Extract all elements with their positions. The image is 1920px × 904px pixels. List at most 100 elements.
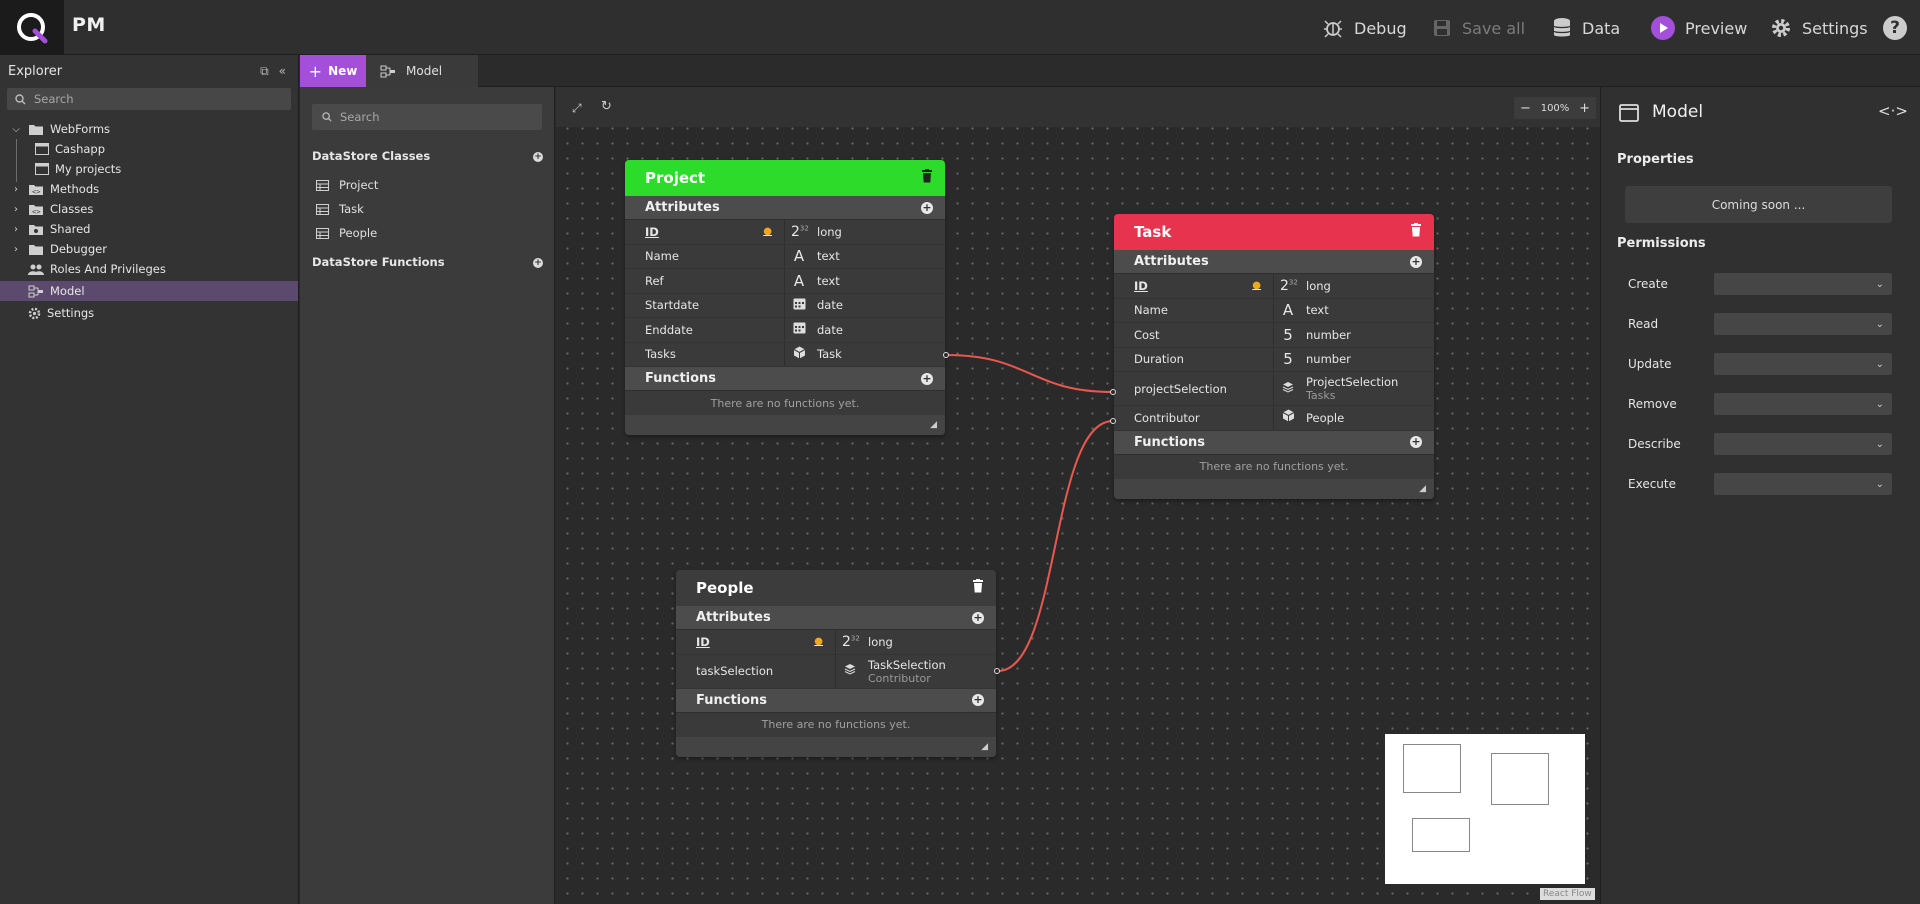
minimap[interactable]	[1385, 734, 1585, 884]
calendar-icon	[791, 321, 807, 338]
zoom-in-button[interactable]: +	[1579, 101, 1590, 116]
add-function-icon[interactable]: +	[972, 694, 984, 706]
attribute-row[interactable]: taskSelection TaskSelection Contributor	[676, 654, 996, 689]
class-search-input[interactable]	[340, 110, 540, 124]
add-function-icon[interactable]: +	[921, 372, 933, 385]
class-item-people[interactable]: People	[316, 224, 377, 242]
permission-label: Describe	[1628, 437, 1681, 451]
add-attribute-icon[interactable]: +	[972, 611, 984, 624]
attribute-row[interactable]: Name Atext	[625, 244, 945, 269]
add-function-icon[interactable]: +	[1410, 436, 1422, 448]
class-item-task[interactable]: Task	[316, 200, 364, 218]
save-all-button[interactable]: Save all	[1432, 14, 1525, 42]
react-flow-attribution[interactable]: React Flow	[1540, 888, 1595, 900]
add-class-icon[interactable]: +	[533, 152, 543, 162]
preview-button[interactable]: Preview	[1651, 14, 1747, 42]
add-function-icon[interactable]: +	[533, 258, 543, 268]
tree-item-roles[interactable]: Roles And Privileges	[28, 259, 166, 279]
attribute-row[interactable]: ID ● 232 long	[625, 220, 945, 245]
permission-select[interactable]: ⌄	[1714, 313, 1892, 335]
svg-text:<>: <>	[32, 208, 40, 216]
key-icon: ●	[1252, 280, 1261, 292]
node-people[interactable]: People Attributes + ID ● 232 long taskSelect…	[676, 570, 996, 757]
top-bar: PM Debug Save all Data Preview Settings …	[0, 0, 1920, 55]
zoom-out-button[interactable]: −	[1520, 101, 1531, 116]
node-project[interactable]: Project Attributes + ID ● 232 long Name Atext…	[625, 160, 945, 435]
target-handle[interactable]	[1110, 418, 1116, 424]
new-button[interactable]: + New	[300, 55, 366, 87]
minimap-node	[1412, 818, 1470, 852]
tree-item-model[interactable]: Model	[0, 281, 298, 301]
classes-folder-icon: <>	[29, 204, 43, 216]
attribute-row[interactable]: Enddate date	[625, 318, 945, 343]
permission-select[interactable]: ⌄	[1714, 273, 1892, 295]
tree-item-classes[interactable]: › <> Classes	[10, 199, 93, 219]
tab-model[interactable]: Model	[366, 55, 478, 87]
trash-icon[interactable]	[1410, 223, 1422, 241]
explorer-search-input[interactable]	[34, 92, 234, 106]
attribute-name: ID	[696, 634, 710, 649]
trash-icon[interactable]	[972, 579, 984, 597]
attribute-type: date	[817, 298, 843, 313]
tree-item-webforms[interactable]: ⌵ WebForms	[10, 119, 110, 139]
tree-item-settings[interactable]: Settings	[28, 303, 94, 323]
attribute-type: text	[817, 249, 840, 264]
toggle-panel-icon[interactable]: <·>	[1878, 102, 1908, 120]
attribute-type: date	[817, 322, 843, 337]
canvas-toolbar	[556, 87, 1600, 127]
attribute-name: Contributor	[1134, 410, 1200, 425]
tree-item-cashapp[interactable]: Cashapp	[35, 139, 105, 159]
attribute-row[interactable]: Name Atext	[1114, 298, 1434, 323]
fit-view-icon[interactable]: ⤢	[572, 101, 582, 116]
attribute-row[interactable]: Cost 5 number	[1114, 323, 1434, 348]
long-type-icon: 232	[791, 223, 809, 240]
app-logo[interactable]	[0, 0, 64, 55]
minimap-node	[1491, 753, 1549, 805]
chevron-down-icon: ⌵	[12, 123, 20, 135]
permission-label: Remove	[1628, 397, 1677, 411]
attribute-row[interactable]: Tasks Task	[625, 342, 945, 367]
text-type-icon: A	[1282, 301, 1294, 320]
help-button[interactable]: ?	[1883, 14, 1907, 42]
node-task[interactable]: Task Attributes + ID ● 232 long Name Atext Cos…	[1114, 214, 1434, 499]
qodly-logo-icon	[17, 12, 48, 43]
add-attribute-icon[interactable]: +	[1410, 255, 1422, 268]
resize-handle-icon[interactable]: ◢	[676, 736, 996, 757]
attribute-row[interactable]: projectSelection ProjectSelection Tasks	[1114, 372, 1434, 406]
datastore-classes-title: DataStore Classes	[312, 149, 431, 163]
attribute-row[interactable]: Startdate date	[625, 293, 945, 318]
trash-icon[interactable]	[921, 169, 933, 187]
debug-button[interactable]: Debug	[1322, 14, 1407, 42]
source-handle[interactable]	[943, 352, 949, 358]
resize-handle-icon[interactable]: ◢	[1114, 478, 1434, 499]
collapse-all-icon[interactable]: ⧉	[260, 64, 269, 79]
collapse-panel-icon[interactable]: «	[279, 64, 286, 79]
permission-label: Read	[1628, 317, 1659, 331]
target-handle[interactable]	[1110, 389, 1116, 395]
search-icon	[322, 112, 332, 122]
permission-select[interactable]: ⌄	[1714, 473, 1892, 495]
permission-select[interactable]: ⌄	[1714, 433, 1892, 455]
attribute-row[interactable]: ID ● 232 long	[676, 630, 996, 655]
chevron-right-icon: ›	[14, 243, 18, 255]
attribute-row[interactable]: Contributor People	[1114, 406, 1434, 431]
tree-item-my-projects[interactable]: My projects	[35, 159, 121, 179]
permission-select[interactable]: ⌄	[1714, 353, 1892, 375]
resize-handle-icon[interactable]: ◢	[625, 415, 945, 435]
attribute-type: long	[868, 634, 893, 649]
shared-folder-icon	[29, 224, 43, 235]
settings-button[interactable]: Settings	[1770, 14, 1868, 42]
source-handle[interactable]	[994, 668, 1000, 674]
tree-item-methods[interactable]: › <> Methods	[10, 179, 99, 199]
tree-item-shared[interactable]: › Shared	[10, 219, 91, 239]
attribute-row[interactable]: Ref Atext	[625, 269, 945, 294]
permission-select[interactable]: ⌄	[1714, 393, 1892, 415]
attribute-row[interactable]: Duration 5 number	[1114, 347, 1434, 372]
add-attribute-icon[interactable]: +	[921, 201, 933, 214]
tree-item-debugger[interactable]: › Debugger	[10, 239, 107, 259]
attribute-row[interactable]: ID ● 232 long	[1114, 274, 1434, 299]
refresh-icon[interactable]: ↻	[601, 99, 612, 114]
data-button[interactable]: Data	[1552, 14, 1620, 42]
class-item-project[interactable]: Project	[316, 176, 378, 194]
node-task-header: Task	[1114, 214, 1434, 250]
